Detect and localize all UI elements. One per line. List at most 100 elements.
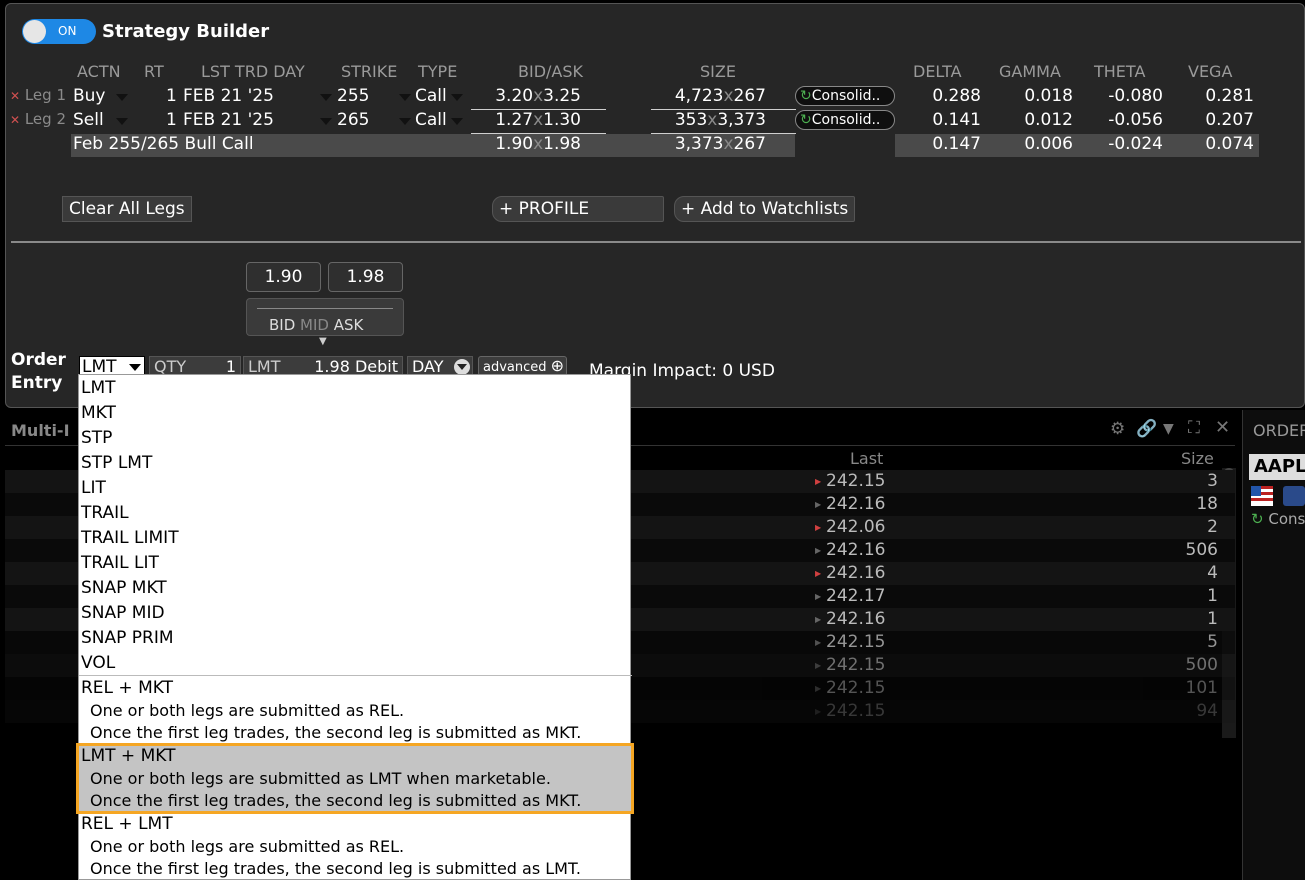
order-type-option[interactable]: TRAIL LIT [81, 553, 159, 573]
column-header-vega[interactable]: VEGA [1188, 62, 1232, 81]
combo-option-description-1: One or both legs are submitted as REL. [90, 701, 405, 720]
column-header-theta[interactable]: THETA [1094, 62, 1145, 81]
last-price: 242.15 [826, 632, 886, 652]
order-type-dropdown-list[interactable]: LMT MKT STP STP LMT LIT TRAIL TRAIL LIMIT TRAIL… [76, 374, 634, 880]
combo-gamma: 0.006 [1024, 134, 1073, 154]
leg-action-select[interactable]: Sell [73, 110, 104, 130]
action-dropdown-icon[interactable] [116, 118, 128, 125]
column-header-lst-trd-day[interactable]: LST TRD DAY [201, 62, 305, 81]
symbol-badge[interactable]: AAPL [1249, 454, 1305, 480]
combo-option-name[interactable]: LMT + MKT [81, 746, 175, 766]
leg-strike[interactable]: 265 [337, 110, 369, 130]
slider-labels: BID MID ASK [269, 316, 364, 334]
leg-ratio[interactable]: 1 [166, 86, 177, 106]
panel-tab-title[interactable]: Multi-I [11, 421, 70, 440]
order-type-option[interactable]: MKT [81, 403, 116, 423]
ask-price-button[interactable]: 1.98 [328, 262, 403, 292]
order-side-panel: ORDER AAPL ↻ Cons [1242, 410, 1305, 880]
expiry-dropdown-icon[interactable] [320, 118, 332, 125]
order-type-option[interactable]: SNAP PRIM [81, 628, 174, 648]
leg-type[interactable]: Call [415, 86, 447, 106]
toggle-knob [23, 20, 46, 43]
exchange-selector[interactable]: ↻Consolid.. [795, 86, 895, 106]
leg-action-select[interactable]: Buy [73, 86, 106, 106]
combo-option-name[interactable]: REL + LMT [81, 814, 173, 834]
gear-icon[interactable]: ⚙ [1110, 419, 1125, 439]
leg-gamma: 0.018 [1024, 86, 1073, 106]
order-entry-label-line1: Order [11, 350, 66, 370]
last-price: 242.16 [826, 609, 886, 629]
remove-leg-icon[interactable]: ✕ [10, 113, 20, 127]
column-header-size[interactable]: Size [1181, 449, 1214, 468]
chevron-down-icon[interactable]: ▼ [1163, 421, 1174, 437]
tick-direction-icon: ▶ [815, 707, 822, 716]
combo-option-description-1: One or both legs are submitted as REL. [90, 837, 405, 856]
us-flag-icon [1251, 486, 1273, 506]
exchange-selector[interactable]: ↻Consolid.. [795, 110, 895, 130]
add-to-watchlists-button[interactable]: + Add to Watchlists [674, 196, 856, 222]
order-type-option[interactable]: SNAP MKT [81, 578, 167, 598]
type-dropdown-icon[interactable] [451, 94, 463, 101]
last-price: 242.15 [826, 655, 886, 675]
clock-icon[interactable] [1283, 486, 1305, 506]
clear-all-legs-button[interactable]: Clear All Legs [62, 196, 192, 222]
strike-dropdown-icon[interactable] [399, 94, 411, 101]
combo-theta: -0.024 [1108, 134, 1163, 154]
trade-size: 1 [1207, 586, 1218, 606]
column-header-size[interactable]: SIZE [700, 62, 736, 81]
column-header-bid-ask[interactable]: BID/ASK [518, 62, 583, 81]
remove-leg-icon[interactable]: ✕ [10, 89, 20, 103]
order-type-option[interactable]: VOL [81, 653, 115, 673]
order-type-option[interactable]: STP LMT [81, 453, 152, 473]
leg-ratio[interactable]: 1 [166, 110, 177, 130]
refresh-icon: ↻ [800, 88, 812, 104]
order-type-option[interactable]: TRAIL [81, 503, 129, 523]
advanced-button[interactable]: advanced ⊕ [478, 356, 568, 376]
column-header-gamma[interactable]: GAMMA [999, 62, 1061, 81]
trade-size: 3 [1207, 471, 1218, 491]
leg-bid-ask[interactable]: 1.27x1.30 [481, 110, 581, 130]
trade-size: 101 [1185, 678, 1218, 698]
leg-bid-ask[interactable]: 3.20x3.25 [481, 86, 581, 106]
strike-dropdown-icon[interactable] [399, 118, 411, 125]
combo-vega: 0.074 [1205, 134, 1254, 154]
strategy-builder-toggle[interactable]: ON [22, 19, 96, 44]
type-dropdown-icon[interactable] [451, 118, 463, 125]
order-type-option[interactable]: STP [81, 428, 112, 448]
last-price: 242.15 [826, 471, 886, 491]
last-price: 242.15 [826, 678, 886, 698]
order-type-option[interactable]: TRAIL LIMIT [81, 528, 179, 548]
leg-type[interactable]: Call [415, 110, 447, 130]
tif-dropdown-icon [454, 359, 470, 375]
action-dropdown-icon[interactable] [116, 94, 128, 101]
link-icon[interactable]: 🔗 [1136, 419, 1157, 439]
price-slider[interactable]: BID MID ASK [246, 298, 404, 336]
order-type-option[interactable]: LMT [81, 378, 116, 398]
expiry-dropdown-icon[interactable] [320, 94, 332, 101]
last-price: 242.16 [826, 494, 886, 514]
leg-expiry[interactable]: FEB 21 '25 [183, 86, 274, 106]
column-header-delta[interactable]: DELTA [913, 62, 962, 81]
last-price: 242.06 [826, 517, 886, 537]
column-header-last[interactable]: Last [850, 449, 883, 468]
column-header-rt[interactable]: RT [144, 62, 164, 81]
leg-expiry[interactable]: FEB 21 '25 [183, 110, 274, 130]
leg-vega: 0.281 [1205, 86, 1254, 106]
column-header-type[interactable]: TYPE [418, 62, 457, 81]
column-header-strike[interactable]: STRIKE [341, 62, 397, 81]
leg-strike[interactable]: 255 [337, 86, 369, 106]
order-panel-title: ORDER [1253, 421, 1305, 440]
tick-direction-icon: ▶ [815, 615, 822, 624]
expand-icon[interactable]: ⛶ [1188, 418, 1200, 438]
order-type-option[interactable]: LIT [81, 478, 106, 498]
close-icon[interactable]: ✕ [1215, 417, 1230, 438]
leg-vega: 0.207 [1205, 110, 1254, 130]
bid-price-button[interactable]: 1.90 [246, 262, 321, 292]
tick-direction-icon: ▶ [815, 592, 822, 601]
column-header-actn[interactable]: ACTN [77, 62, 121, 81]
leg-size: 353x3,373 [674, 110, 766, 130]
profile-button[interactable]: + PROFILE [492, 196, 664, 222]
order-type-option[interactable]: SNAP MID [81, 603, 165, 623]
combo-option-description-2: Once the first leg trades, the second le… [90, 723, 582, 742]
combo-option-name[interactable]: REL + MKT [81, 678, 173, 698]
